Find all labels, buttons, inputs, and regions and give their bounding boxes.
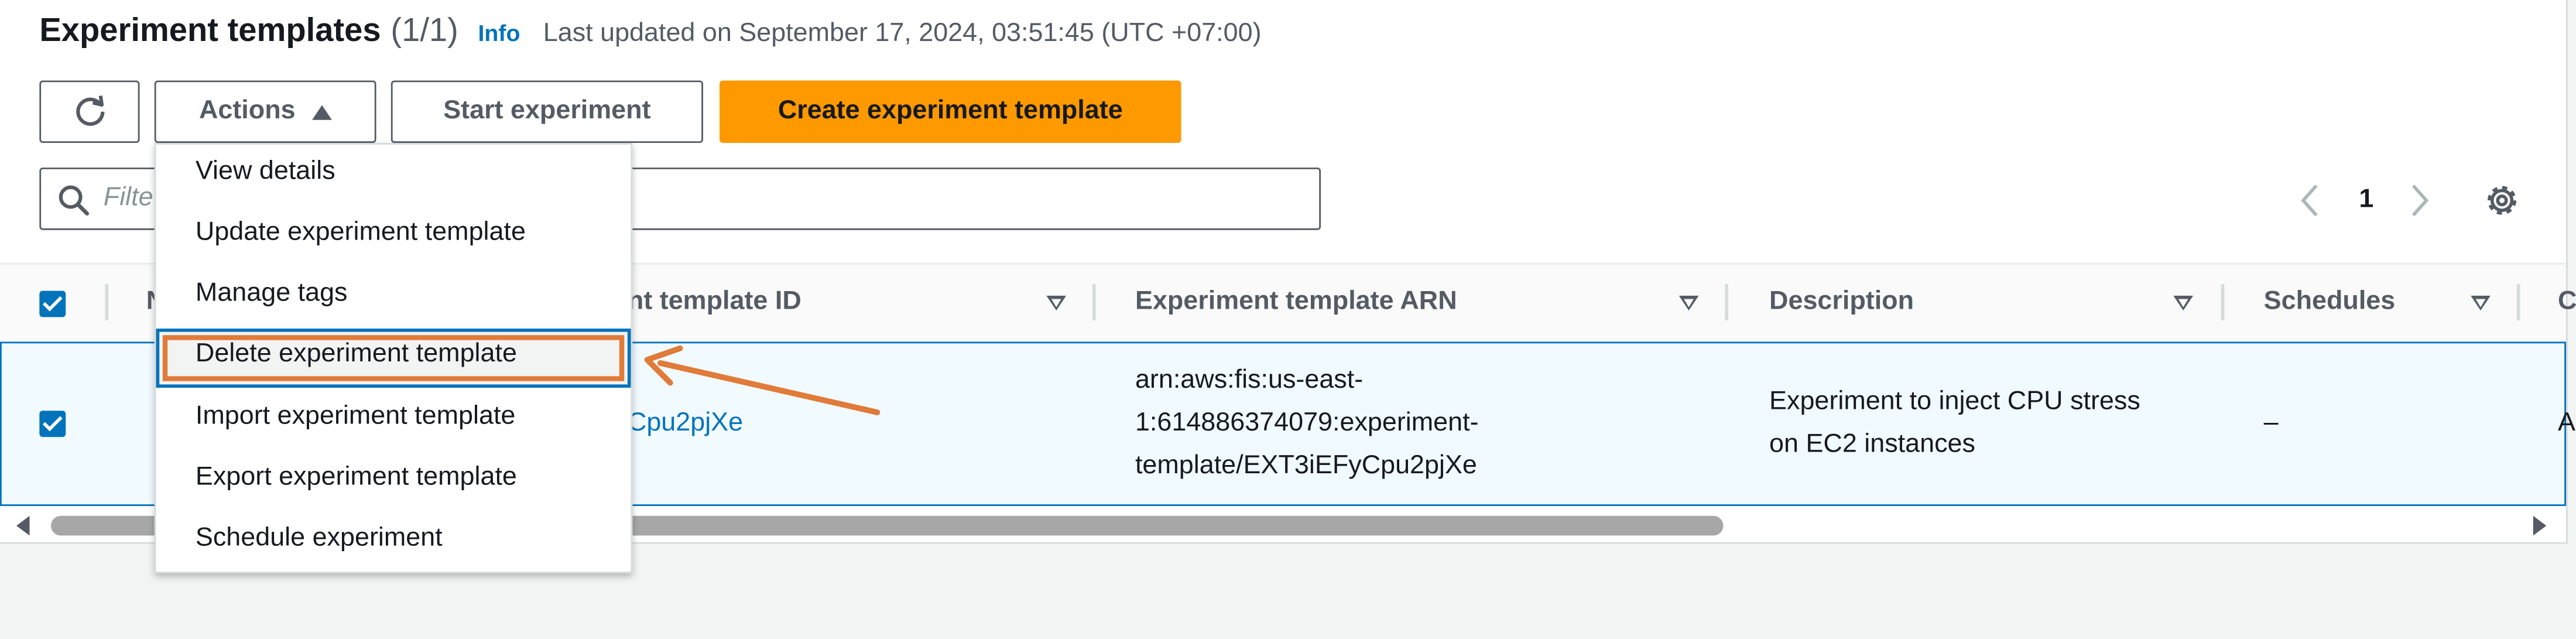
annotation-arrow-icon: [644, 345, 881, 415]
